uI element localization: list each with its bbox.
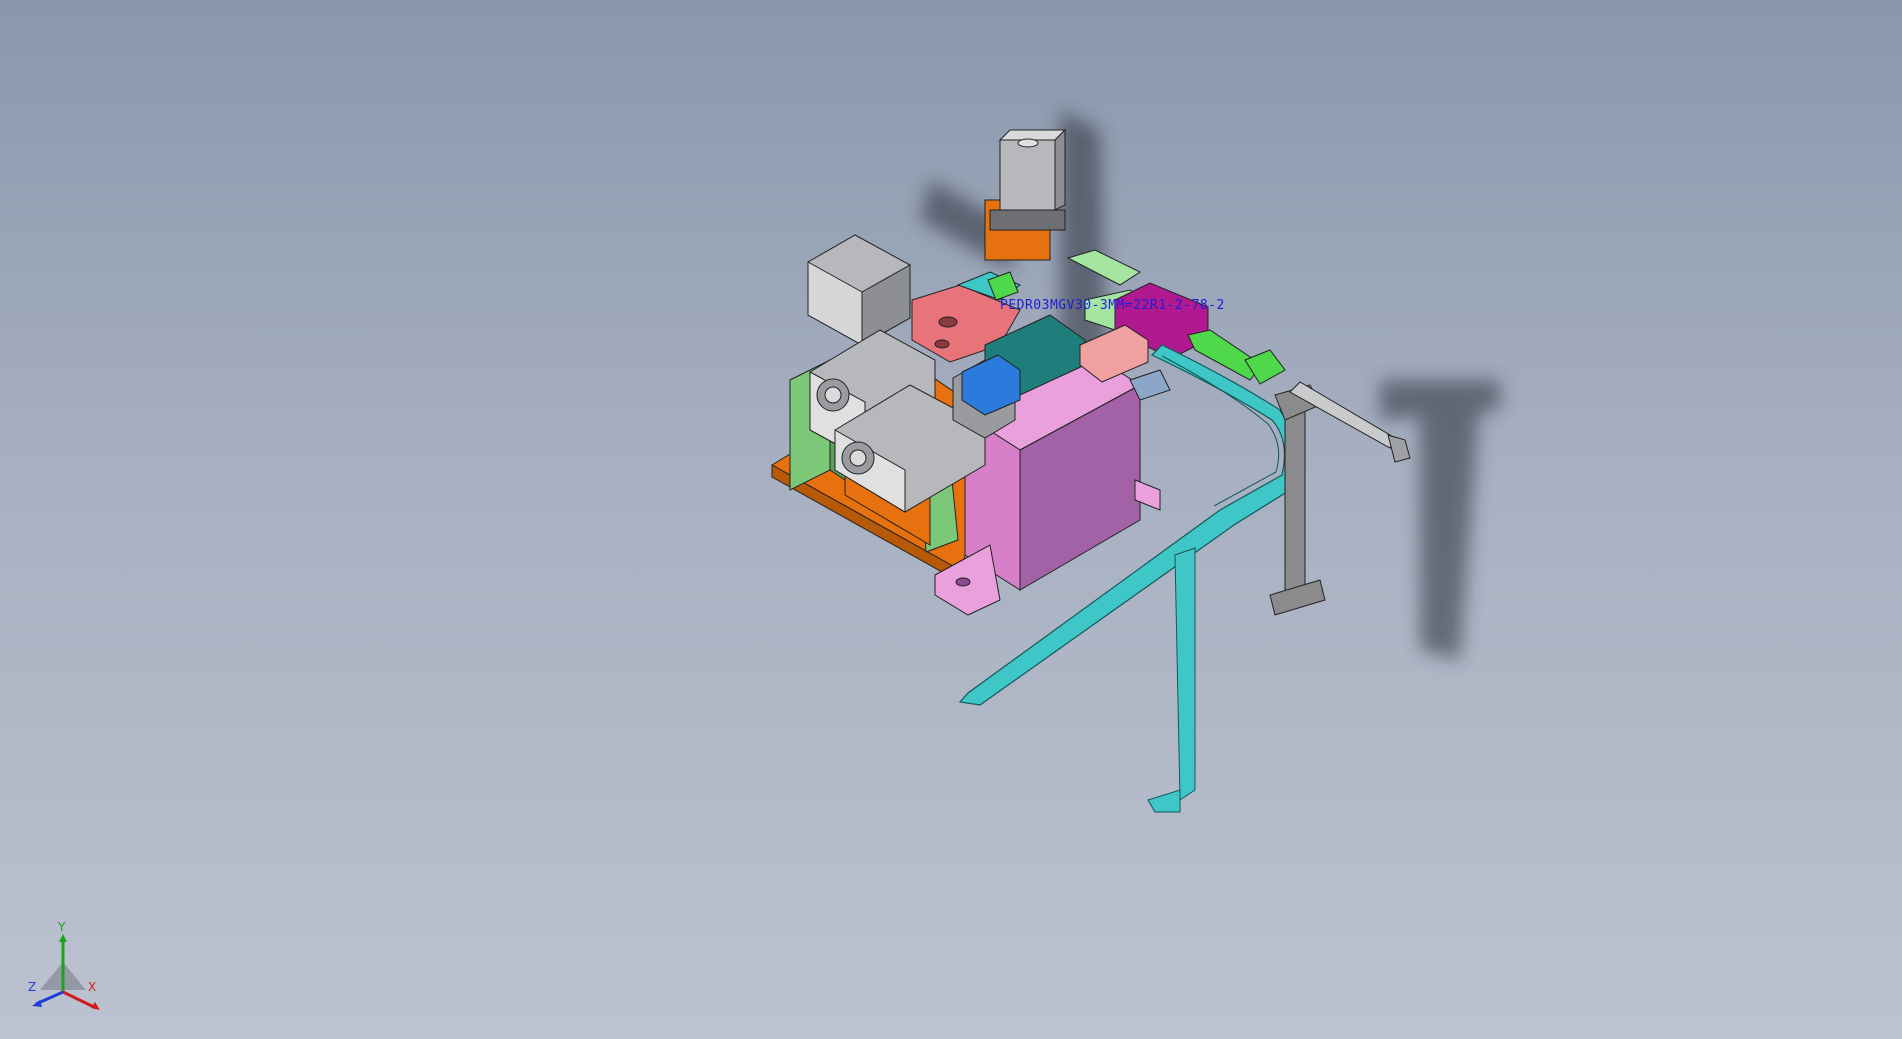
model-graphics-area[interactable]: [0, 0, 1902, 1039]
axis-y-label: Y: [58, 920, 66, 934]
axis-x-label: X: [88, 980, 97, 994]
coordinate-triad: Y X Z: [18, 920, 108, 1012]
vertical-cylinder[interactable]: [984, 128, 1067, 261]
cad-viewport[interactable]: PEDR03MGV30-3MM=22R1-2-78-2 Y X Z: [0, 0, 1902, 1039]
horizontal-cylinder-upper[interactable]: [807, 234, 911, 346]
triad-icon: [32, 934, 100, 1010]
axis-z-label: Z: [28, 980, 37, 994]
model-annotation-label: PEDR03MGV30-3MM=22R1-2-78-2: [1000, 298, 1225, 313]
